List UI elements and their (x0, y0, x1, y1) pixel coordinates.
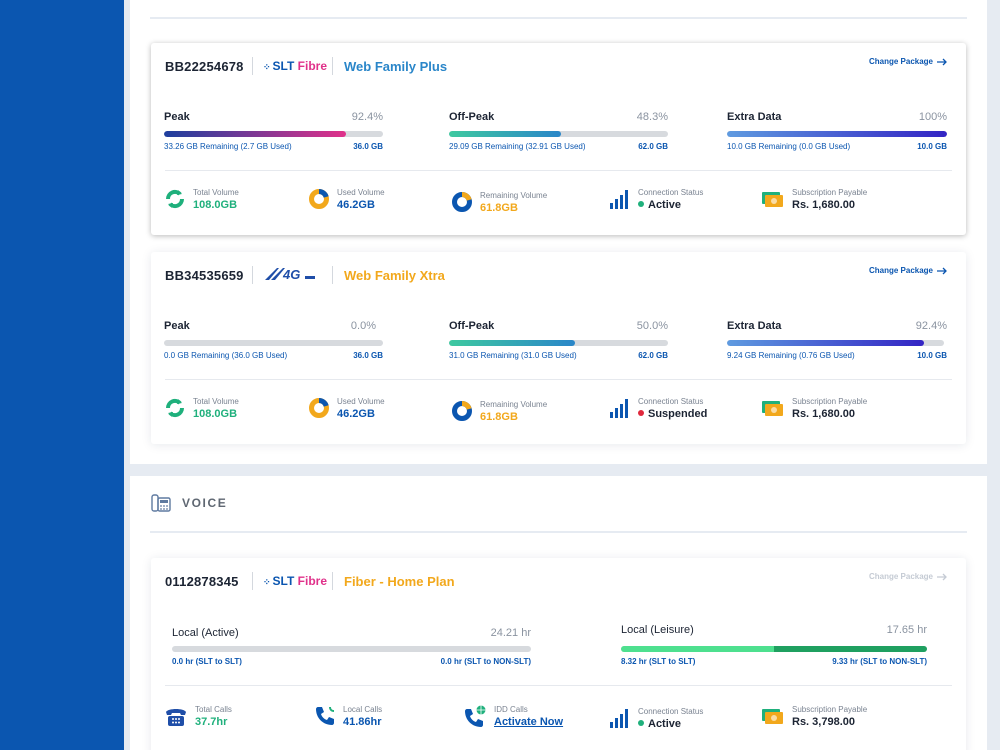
usage-bar-fill (164, 131, 346, 137)
arrow-right-icon (937, 267, 947, 274)
usage-bar-fill (449, 340, 575, 346)
total-volume-stat: Total Volume 108.0GB (164, 397, 239, 420)
international-call-icon (465, 705, 486, 727)
change-package-link[interactable]: Change Package (869, 57, 948, 66)
total-volume-stat: Total Volume 108.0GB (164, 188, 239, 211)
idd-calls-stat: IDD Calls Activate Now (463, 705, 563, 728)
section-divider (150, 17, 967, 19)
money-bill-icon (762, 709, 783, 724)
svg-text:4G: 4G (282, 267, 300, 282)
connection-status-stat: Connection Status Active (609, 188, 703, 211)
slt-stars-icon: ⁘ (263, 577, 271, 587)
voice-panel: VOICE 0112878345 ⁘ SLT Fibre Fiber - Home… (130, 476, 987, 750)
separator (252, 572, 253, 590)
connection-status-stat: Connection Status Active (609, 707, 703, 730)
usage-bar-fill (621, 646, 927, 652)
peak-meter: Peak 0.0% 0.0 GB Remaining (36.0 GB Used… (164, 320, 383, 360)
broadband-panel: BB22254678 ⁘ SLT Fibre Web Family Plus Ch… (130, 0, 987, 464)
package-name: Web Family Plus (344, 59, 448, 74)
signal-bars-icon (610, 709, 628, 728)
change-package-link[interactable]: Change Package (869, 266, 948, 275)
money-bill-icon (762, 192, 783, 207)
activate-now-link[interactable]: Activate Now (494, 716, 563, 728)
package-name: Web Family Xtra (344, 268, 445, 283)
donut-chart-icon (452, 401, 472, 421)
signal-bars-icon (610, 399, 628, 418)
account-id: 0112878345 (165, 574, 239, 589)
status-active-dot (638, 201, 644, 208)
voice-section-header: VOICE (150, 492, 227, 514)
offpeak-meter: Off-Peak 50.0% 31.0 GB Remaining (31.0 G… (449, 320, 668, 360)
peak-meter: Peak 92.4% 33.26 GB Remaining (2.7 GB Us… (164, 111, 383, 151)
arrow-right-icon (937, 58, 947, 65)
refresh-cycle-icon (165, 189, 185, 209)
separator (332, 57, 333, 75)
account-id: BB34535659 (165, 268, 244, 283)
offpeak-meter: Off-Peak 48.3% 29.09 GB Remaining (32.91… (449, 111, 668, 151)
subscription-payable-stat: Subscription Payable Rs. 1,680.00 (761, 397, 867, 420)
4g-logo: 4G (263, 265, 319, 288)
usage-bar-fill (727, 340, 925, 346)
desk-phone-icon (166, 709, 186, 726)
local-active-meter: Local (Active) 24.21 hr 0.0 hr (SLT to S… (172, 627, 531, 666)
local-leisure-meter: Local (Leisure) 17.65 hr 8.32 hr (SLT to… (621, 624, 927, 666)
broadband-account-card: BB22254678 ⁘ SLT Fibre Web Family Plus Ch… (151, 43, 966, 235)
status-suspended-dot (638, 410, 644, 417)
local-calls-stat: Local Calls 41.86hr (314, 705, 382, 728)
donut-chart-icon (452, 192, 472, 212)
change-package-link[interactable]: Change Package (869, 572, 948, 581)
separator (332, 572, 333, 590)
donut-chart-icon (309, 398, 329, 418)
status-active-dot (638, 720, 644, 727)
used-volume-stat: Used Volume 46.2GB (308, 397, 385, 420)
donut-chart-icon (309, 189, 329, 209)
slt-fibre-logo: ⁘ SLT Fibre (263, 59, 328, 73)
refresh-cycle-icon (165, 398, 185, 418)
subscription-payable-stat: Subscription Payable Rs. 3,798.00 (761, 705, 867, 728)
phone-handset-icon (316, 707, 334, 725)
extra-data-meter: Extra Data 100% 10.0 GB Remaining (0.0 G… (727, 111, 947, 151)
extra-data-meter: Extra Data 92.4% 9.24 GB Remaining (0.76… (727, 320, 947, 360)
section-title: VOICE (182, 496, 228, 510)
arrow-right-icon (937, 573, 947, 580)
section-divider (150, 531, 967, 533)
usage-bar-fill (727, 131, 947, 137)
usage-bar-fill (449, 131, 561, 137)
remaining-volume-stat: Remaining Volume 61.8GB (451, 400, 547, 423)
divider (165, 685, 952, 686)
subscription-payable-stat: Subscription Payable Rs. 1,680.00 (761, 188, 867, 211)
remaining-volume-stat: Remaining Volume 61.8GB (451, 191, 547, 214)
connection-status-stat: Connection Status Suspended (609, 397, 707, 420)
used-volume-stat: Used Volume 46.2GB (308, 188, 385, 211)
account-id: BB22254678 (165, 59, 244, 74)
divider (165, 170, 952, 171)
left-sidebar (0, 0, 124, 750)
broadband-account-card: BB34535659 4G Web Family Xtra Change Pac… (151, 252, 966, 444)
divider (165, 379, 952, 380)
telephone-icon (151, 494, 171, 512)
separator (332, 266, 333, 284)
money-bill-icon (762, 401, 783, 416)
package-name: Fiber - Home Plan (344, 574, 455, 589)
slt-fibre-logo: ⁘ SLT Fibre (263, 574, 328, 588)
separator (252, 57, 253, 75)
total-calls-stat: Total Calls 37.7hr (164, 705, 232, 728)
separator (252, 266, 253, 284)
slt-stars-icon: ⁘ (263, 62, 271, 72)
signal-bars-icon (610, 190, 628, 209)
voice-account-card: 0112878345 ⁘ SLT Fibre Fiber - Home Plan … (151, 558, 966, 750)
